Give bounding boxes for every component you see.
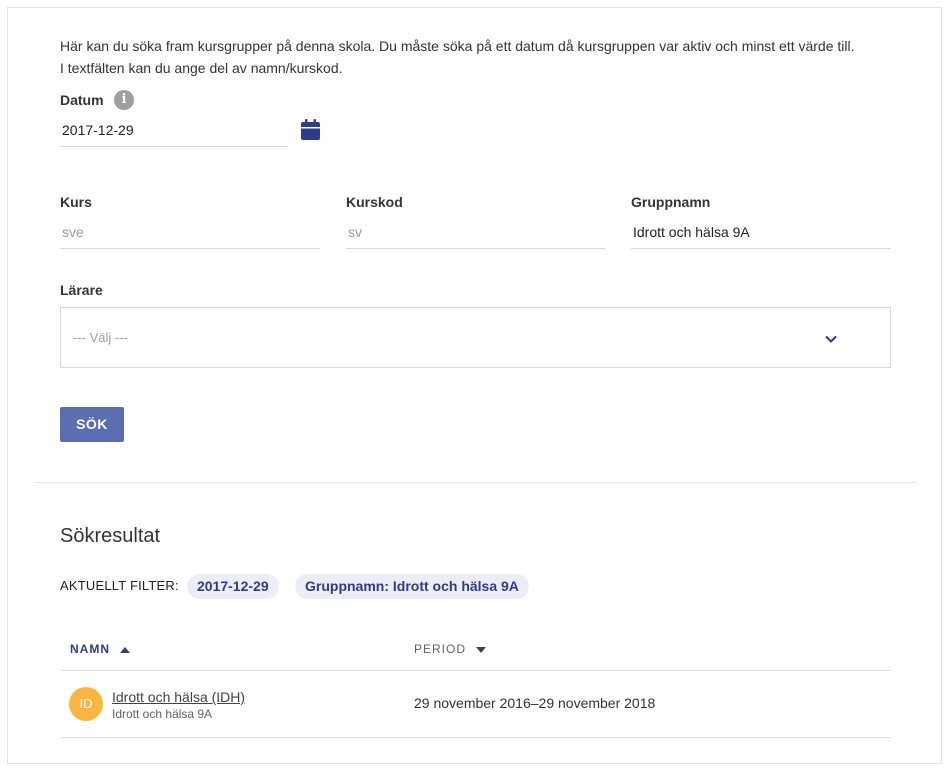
avatar: ID [69, 687, 103, 721]
kurskod-label: Kurskod [346, 194, 403, 210]
kurs-input[interactable] [60, 215, 320, 248]
table-row-divider [60, 737, 891, 738]
table-header-divider [60, 670, 891, 671]
results-title: Sökresultat [60, 525, 161, 547]
larare-select-placeholder: --- Välj --- [73, 330, 128, 345]
sort-ascending-icon [120, 647, 131, 653]
intro-text: Här kan du söka fram kursgrupper på denn… [60, 38, 855, 76]
kurskod-field[interactable] [346, 215, 605, 249]
column-header-period-label: PERIOD [414, 642, 467, 656]
course-period: 29 november 2016–29 november 2018 [414, 695, 656, 711]
search-button[interactable]: SÖK [60, 407, 124, 442]
column-header-name-label: NAMN [70, 642, 110, 656]
date-input[interactable] [60, 113, 288, 146]
column-header-name[interactable]: NAMN [70, 642, 131, 656]
filter-chip-date[interactable]: 2017-12-29 [187, 574, 279, 599]
section-divider [34, 482, 917, 483]
sort-descending-icon [476, 647, 487, 653]
info-icon[interactable]: i [114, 90, 134, 110]
gruppnamn-field[interactable] [631, 215, 891, 249]
date-label: Datum [60, 92, 104, 108]
larare-label: Lärare [60, 282, 103, 298]
date-field[interactable] [60, 113, 288, 147]
course-subtitle: Idrott och hälsa 9A [112, 707, 213, 721]
column-header-period[interactable]: PERIOD [414, 642, 487, 656]
filter-label: AKTUELLT FILTER: [60, 578, 179, 593]
larare-select[interactable]: --- Välj --- [60, 307, 891, 368]
kurs-field[interactable] [60, 215, 320, 249]
gruppnamn-label: Gruppnamn [631, 194, 711, 210]
calendar-icon[interactable] [300, 119, 321, 141]
kurskod-input[interactable] [346, 215, 605, 248]
kurs-label: Kurs [60, 194, 92, 210]
course-link[interactable]: Idrott och hälsa (IDH) [112, 689, 245, 705]
gruppnamn-input[interactable] [631, 215, 891, 248]
filter-chip-gruppnamn[interactable]: Gruppnamn: Idrott och hälsa 9A [295, 574, 529, 599]
chevron-down-icon[interactable] [825, 335, 837, 344]
